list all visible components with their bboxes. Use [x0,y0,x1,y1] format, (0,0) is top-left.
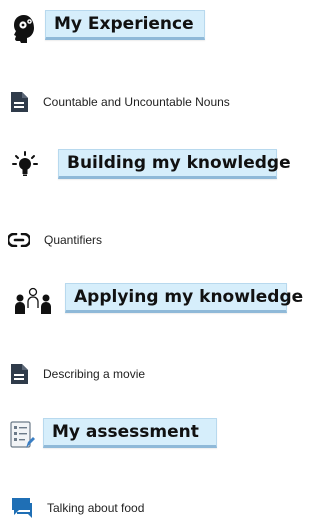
link-countable-uncountable-nouns[interactable]: Countable and Uncountable Nouns [9,92,230,112]
section-applying-my-knowledge[interactable]: Applying my knowledge [65,283,303,313]
section-my-assessment[interactable]: My assessment [43,418,217,448]
document-icon [9,364,29,384]
section-building-my-knowledge[interactable]: Building my knowledge [58,149,291,179]
checklist-icon [9,420,35,450]
document-icon [9,92,29,112]
link-label: Quantifiers [44,233,103,247]
forum-icon [9,497,33,519]
link-icon [8,230,30,250]
lightbulb-icon [11,150,39,178]
link-label: Describing a movie [43,367,146,381]
link-label: Talking about food [47,501,145,515]
section-my-experience[interactable]: My Experience [45,10,205,40]
brain-head-icon [9,13,39,43]
link-label: Countable and Uncountable Nouns [43,95,230,109]
link-quantifiers[interactable]: Quantifiers [8,230,102,250]
link-describing-a-movie[interactable]: Describing a movie [9,364,145,384]
people-icon [11,282,55,316]
link-talking-about-food[interactable]: Talking about food [9,497,144,519]
